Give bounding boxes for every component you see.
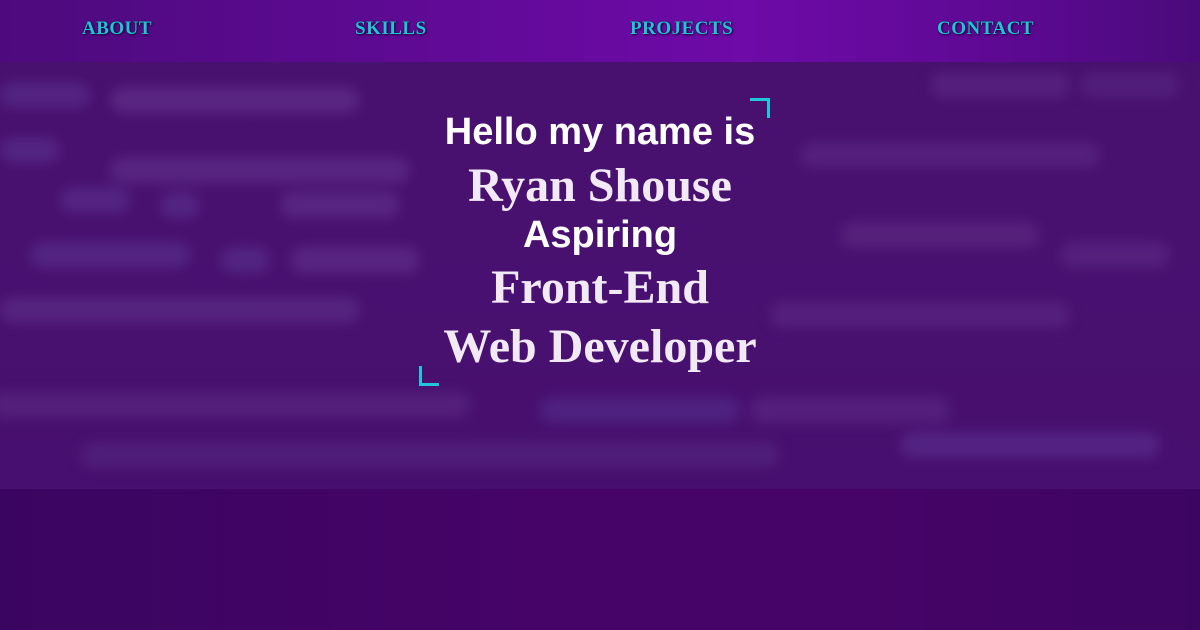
name-heading: Ryan Shouse bbox=[468, 159, 732, 212]
greeting-text: Hello my name is bbox=[444, 111, 756, 153]
hero-section: Hello my name is Ryan Shouse Aspiring Fr… bbox=[0, 62, 1200, 489]
portfolio-page: ABOUT SKILLS PROJECTS CONTACT Hello my n… bbox=[0, 0, 1200, 630]
bottom-left-corner-bracket bbox=[419, 366, 439, 386]
nav-link-skills[interactable]: SKILLS bbox=[355, 18, 427, 40]
nav-link-contact[interactable]: CONTACT bbox=[937, 18, 1034, 40]
nav-link-about[interactable]: ABOUT bbox=[82, 18, 152, 40]
aspiring-text: Aspiring bbox=[522, 214, 678, 256]
role-heading-line1: Front-End bbox=[491, 261, 709, 314]
lower-section bbox=[0, 489, 1200, 630]
top-right-corner-bracket bbox=[750, 98, 770, 118]
nav-link-projects[interactable]: PROJECTS bbox=[630, 18, 733, 40]
role-heading-line2: Web Developer bbox=[443, 320, 757, 373]
top-navbar: ABOUT SKILLS PROJECTS CONTACT bbox=[0, 0, 1200, 62]
